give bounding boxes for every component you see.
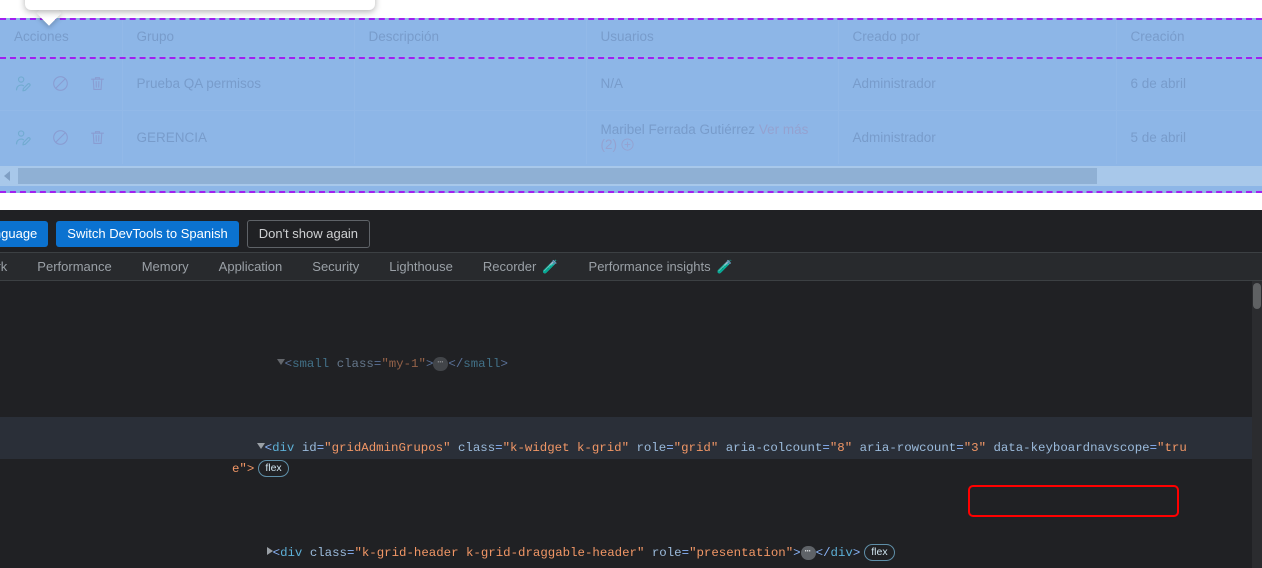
column-header-creacion[interactable]: Creación — [1116, 18, 1262, 56]
collapsed-content-icon[interactable]: ⋯ — [433, 357, 449, 371]
dom-tree-scrollbar[interactable] — [1252, 281, 1262, 568]
tab-label: etwork — [0, 259, 8, 274]
tab-label: Memory — [141, 259, 189, 274]
devtools-language-banner: tch Chrome's language Switch DevTools to… — [0, 210, 1262, 253]
ver-mas-link[interactable]: Ver más — [759, 122, 809, 137]
cell-descripcion — [354, 109, 587, 164]
flask-icon: 🧪 — [716, 259, 733, 274]
tab-security[interactable]: Security — [297, 253, 374, 280]
dom-node-small[interactable]: <small class="my-1"> ⋯ </small> — [0, 333, 1262, 371]
groups-table: Acciones Grupo Descripción Usuarios Crea… — [0, 18, 1262, 164]
cell-creacion: 5 de abril — [1116, 109, 1262, 164]
tab-network[interactable]: etwork — [0, 253, 22, 280]
block-icon[interactable] — [51, 128, 70, 147]
tab-performance[interactable]: Performance — [22, 253, 126, 280]
scrollbar-thumb[interactable] — [18, 168, 1097, 184]
column-header-grupo[interactable]: Grupo — [122, 18, 355, 56]
user-edit-icon[interactable] — [14, 74, 33, 93]
cell-creado-por: Administrador — [838, 109, 1117, 164]
actions-cell — [0, 55, 123, 110]
actions-cell — [0, 109, 123, 164]
tab-lighthouse[interactable]: Lighthouse — [374, 253, 468, 280]
dom-node-grid-header[interactable]: <div class="k-grid-header k-grid-draggab… — [0, 522, 1262, 561]
flask-icon: 🧪 — [542, 259, 559, 274]
tab-label: Recorder — [482, 259, 537, 274]
column-header-acciones[interactable]: Acciones — [0, 18, 123, 56]
tab-label: Performance insights — [588, 259, 711, 274]
dom-node-grid-admin-grupos[interactable]: <div id="gridAdminGrupos" class="k-widge… — [0, 417, 1262, 477]
switch-devtools-to-spanish-button[interactable]: Switch DevTools to Spanish — [56, 221, 239, 247]
dom-tree-view[interactable]: <small class="my-1"> ⋯ </small> <div id="g… — [0, 281, 1262, 568]
cell-usuarios: Maribel Ferrada Gutiérrez Ver más (2) — [586, 109, 839, 164]
tab-label: Security — [312, 259, 360, 274]
column-header-descripcion[interactable]: Descripción — [354, 18, 587, 56]
web-page-region: Acciones Grupo Descripción Usuarios Crea… — [0, 0, 1262, 210]
user-edit-icon[interactable] — [14, 128, 33, 147]
column-header-usuarios[interactable]: Usuarios — [586, 18, 839, 56]
annotation-red-box — [968, 485, 1179, 517]
flex-badge[interactable]: flex — [258, 460, 289, 477]
user-name-text: Maribel Ferrada Gutiérrez — [600, 122, 759, 138]
cell-creado-por: Administrador — [838, 55, 1117, 110]
trash-icon[interactable] — [88, 74, 107, 93]
grid-horizontal-scrollbar[interactable] — [0, 166, 1262, 186]
trash-icon[interactable] — [88, 128, 107, 147]
block-icon[interactable] — [51, 74, 70, 93]
flex-badge[interactable]: flex — [864, 544, 895, 561]
collapsed-content-icon[interactable]: ⋯ — [800, 546, 816, 560]
dont-show-again-button[interactable]: Don't show again — [246, 220, 371, 248]
plus-circle-icon[interactable] — [620, 137, 635, 152]
tab-recorder[interactable]: Recorder 🧪 — [468, 253, 574, 280]
expand-triangle-icon[interactable] — [256, 443, 265, 449]
column-header-creado-por[interactable]: Creado por — [838, 18, 1117, 56]
cell-descripcion — [354, 55, 587, 110]
tab-label: Performance — [37, 259, 112, 274]
devtools-panel: tch Chrome's language Switch DevTools to… — [0, 210, 1262, 568]
scroll-left-arrow-icon[interactable] — [4, 171, 10, 181]
expand-triangle-icon[interactable] — [276, 359, 285, 365]
scrollbar-thumb[interactable] — [1253, 283, 1261, 309]
devtools-tab-bar: etwork Performance Memory Application Se… — [0, 253, 1262, 281]
cell-grupo: Prueba QA permisos — [122, 55, 355, 110]
tab-label: Application — [218, 259, 283, 274]
table-row: Prueba QA permisos N/A Administrador 6 d… — [0, 55, 1262, 110]
user-count-label: (2) — [600, 137, 618, 153]
cell-usuarios: N/A — [586, 55, 839, 110]
tab-memory[interactable]: Memory — [127, 253, 204, 280]
tab-performance-insights[interactable]: Performance insights 🧪 — [574, 253, 748, 280]
table-row: GERENCIA Maribel Ferrada Gutiérrez Ver m… — [0, 109, 1262, 164]
switch-chrome-language-button[interactable]: tch Chrome's language — [0, 221, 49, 247]
cell-creacion: 6 de abril — [1116, 55, 1262, 110]
table-header-row: Acciones Grupo Descripción Usuarios Crea… — [0, 18, 1262, 56]
tab-label: Lighthouse — [389, 259, 453, 274]
cell-grupo: GERENCIA — [122, 109, 355, 164]
tooltip-popover — [25, 0, 375, 10]
tab-application[interactable]: Application — [204, 253, 298, 280]
